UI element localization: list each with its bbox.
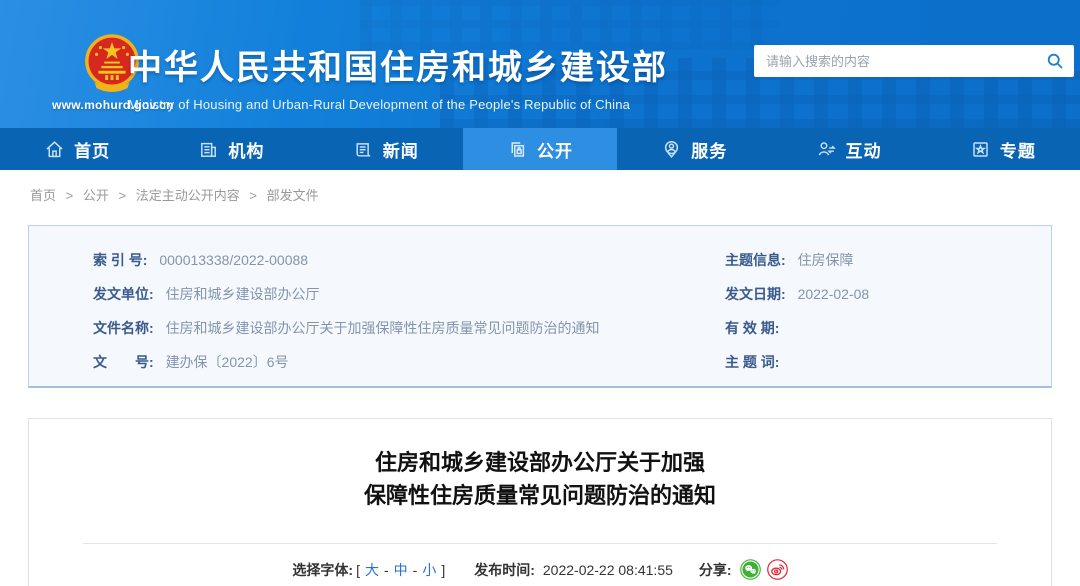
article-divider (83, 543, 997, 544)
breadcrumb-separator: > (249, 188, 257, 203)
nav-tab-disclosure[interactable]: 公开 (463, 128, 617, 170)
news-icon (353, 139, 374, 160)
bracket-open: [ (356, 562, 360, 578)
info-row-issue-date: 发文日期: 2022-02-08 (725, 285, 1051, 304)
info-row-issuing-unit: 发文单位: 住房和城乡建设部办公厅 (93, 285, 677, 304)
info-label: 有 效 期: (725, 320, 779, 336)
article-panel: 住房和城乡建设部办公厅关于加强 保障性住房质量常见问题防治的通知 选择字体: [… (28, 418, 1052, 586)
publish-time-label: 发布时间: (474, 560, 535, 580)
info-label: 索 引 号: (93, 252, 147, 268)
breadcrumb-separator: > (119, 188, 127, 203)
info-label: 发文日期: (725, 286, 786, 302)
home-icon (44, 139, 65, 160)
article-title-line2: 保障性住房质量常见问题防治的通知 (29, 479, 1051, 512)
nav-tab-home-label: 首页 (74, 137, 110, 162)
nav-tab-home[interactable]: 首页 (0, 128, 154, 170)
interaction-icon (816, 139, 837, 160)
info-value: 2022-02-08 (798, 286, 870, 302)
nav-tab-disclosure-label: 公开 (537, 137, 573, 162)
wechat-share-icon[interactable] (740, 559, 761, 580)
search-box (754, 45, 1074, 77)
breadcrumb-home[interactable]: 首页 (30, 188, 56, 203)
weibo-share-icon[interactable] (767, 559, 788, 580)
info-label: 文件名称: (93, 320, 154, 336)
bracket-close: ] (441, 562, 445, 578)
search-icon[interactable] (1046, 52, 1064, 70)
organization-icon (198, 139, 219, 160)
document-info-panel: 索 引 号: 000013338/2022-00088 发文单位: 住房和城乡建… (28, 225, 1052, 388)
breadcrumb-disclosure[interactable]: 公开 (83, 188, 109, 203)
info-row-index-number: 索 引 号: 000013338/2022-00088 (93, 251, 677, 270)
nav-tab-organization[interactable]: 机构 (154, 128, 308, 170)
info-label: 主题信息: (725, 252, 786, 268)
info-row-keywords: 主 题 词: (725, 353, 1051, 372)
document-info-right-column: 主题信息: 住房保障 发文日期: 2022-02-08 有 效 期: 主 题 词… (677, 251, 1051, 386)
font-size-small-link[interactable]: 小 (422, 560, 436, 580)
font-size-medium-link[interactable]: 中 (394, 560, 408, 580)
document-info-left-column: 索 引 号: 000013338/2022-00088 发文单位: 住房和城乡建… (29, 251, 677, 386)
nav-tab-interaction-label: 互动 (846, 137, 882, 162)
site-title-english: Ministry of Housing and Urban-Rural Deve… (128, 97, 668, 112)
nav-tab-news[interactable]: 新闻 (309, 128, 463, 170)
breadcrumb: 首页 > 公开 > 法定主动公开内容 > 部发文件 (30, 185, 1080, 204)
info-row-topic-info: 主题信息: 住房保障 (725, 251, 1051, 270)
topics-icon (970, 139, 991, 160)
info-label: 主 题 词: (725, 354, 779, 370)
share-icons (740, 559, 788, 580)
font-size-separator: - (384, 562, 389, 578)
font-select-label: 选择字体: (292, 560, 353, 580)
info-value: 住房和城乡建设部办公厅关于加强保障性住房质量常见问题防治的通知 (166, 320, 600, 336)
breadcrumb-separator: > (66, 188, 74, 203)
info-value: 建办保〔2022〕6号 (166, 354, 289, 370)
nav-tab-interaction[interactable]: 互动 (771, 128, 925, 170)
font-size-separator: - (413, 562, 418, 578)
share-label: 分享: (699, 560, 732, 580)
info-row-document-number: 文 号: 建办保〔2022〕6号 (93, 353, 677, 372)
info-row-validity-period: 有 效 期: (725, 319, 1051, 338)
site-titles: 中华人民共和国住房和城乡建设部 Ministry of Housing and … (128, 40, 668, 112)
nav-tab-organization-label: 机构 (228, 137, 264, 162)
article-title: 住房和城乡建设部办公厅关于加强 保障性住房质量常见问题防治的通知 (29, 446, 1051, 512)
site-header: www.mohurd.gov.cn 中华人民共和国住房和城乡建设部 Minist… (0, 0, 1080, 128)
nav-tab-news-label: 新闻 (383, 137, 419, 162)
main-navigation: 首页 机构 新闻 公开 服务 互动 专题 (0, 128, 1080, 170)
info-value: 住房保障 (798, 252, 854, 268)
breadcrumb-statutory-content[interactable]: 法定主动公开内容 (136, 188, 240, 203)
breadcrumb-ministry-documents[interactable]: 部发文件 (267, 188, 319, 203)
info-value: 住房和城乡建设部办公厅 (166, 286, 320, 302)
nav-tab-topics[interactable]: 专题 (926, 128, 1080, 170)
info-value: 000013338/2022-00088 (159, 252, 308, 268)
services-icon (661, 139, 682, 160)
search-input[interactable] (766, 54, 1046, 69)
font-size-large-link[interactable]: 大 (365, 560, 379, 580)
disclosure-icon (507, 139, 528, 160)
publish-time-value: 2022-02-22 08:41:55 (543, 562, 673, 578)
nav-tab-topics-label: 专题 (1000, 137, 1036, 162)
info-label: 文 号: (93, 354, 154, 370)
nav-tab-services[interactable]: 服务 (617, 128, 771, 170)
info-label: 发文单位: (93, 286, 154, 302)
article-title-line1: 住房和城乡建设部办公厅关于加强 (29, 446, 1051, 479)
info-row-document-name: 文件名称: 住房和城乡建设部办公厅关于加强保障性住房质量常见问题防治的通知 (93, 319, 677, 338)
nav-tab-services-label: 服务 (691, 137, 727, 162)
site-title-chinese: 中华人民共和国住房和城乡建设部 (128, 40, 668, 89)
article-meta-row: 选择字体: [ 大 - 中 - 小 ] 发布时间: 2022-02-22 08:… (29, 559, 1051, 580)
